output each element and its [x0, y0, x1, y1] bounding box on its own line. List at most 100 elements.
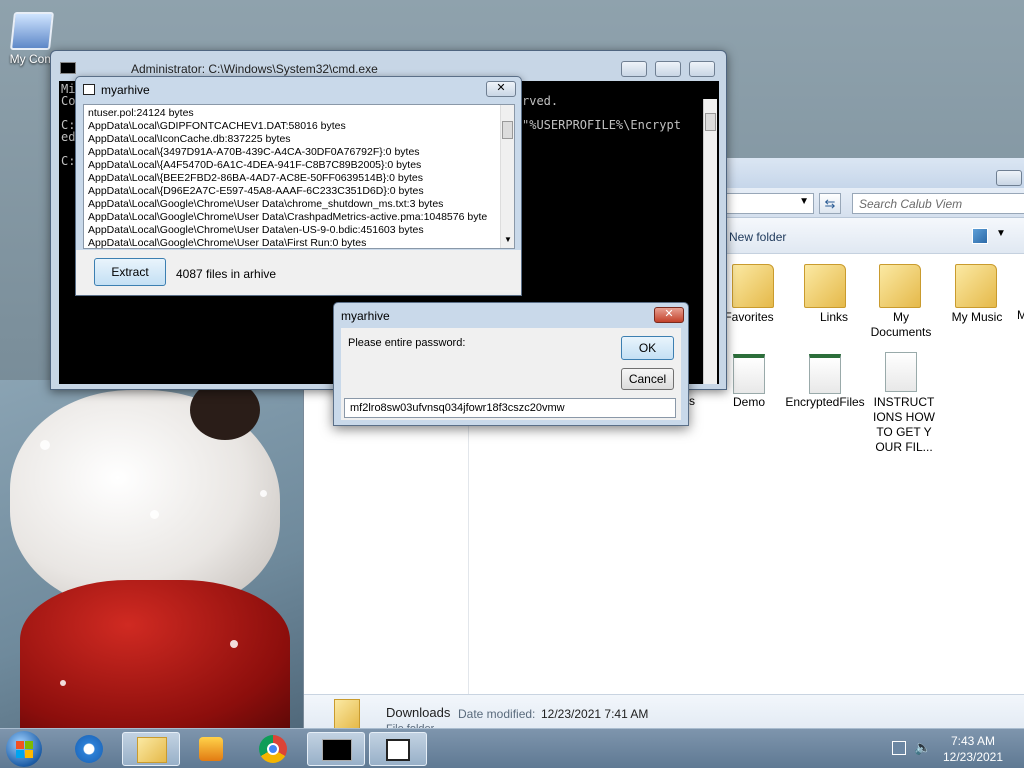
- start-button[interactable]: [6, 731, 42, 767]
- taskbar-myarhive[interactable]: [369, 732, 427, 766]
- list-item[interactable]: AppData\Local\Google\Chrome\User Data\Fi…: [88, 237, 366, 248]
- ok-button[interactable]: OK: [621, 336, 674, 360]
- list-item[interactable]: AppData\Local\Google\Chrome\User Data\ch…: [88, 198, 443, 211]
- chrome-center: [267, 743, 279, 755]
- cmd-title: Administrator: C:\Windows\System32\cmd.e…: [131, 62, 378, 76]
- cmd-maximize-button[interactable]: [655, 61, 681, 77]
- password-prompt: Please entire password:: [348, 337, 466, 349]
- password-close-button[interactable]: ✕: [654, 307, 684, 323]
- cmd-scroll-thumb[interactable]: [705, 113, 716, 131]
- archive-title: myarhive: [101, 83, 150, 97]
- list-item[interactable]: AppData\Local\GDIPFONTCACHEV1.DAT:58016 …: [88, 120, 346, 133]
- media-player-icon: [199, 737, 223, 761]
- item-label: Demo: [732, 395, 765, 409]
- list-item[interactable]: AppData\Local\IconCache.db:837225 bytes: [88, 133, 291, 146]
- password-dialog-title: myarhive: [341, 309, 390, 323]
- computer-icon: [10, 12, 54, 50]
- wallpaper-santa: [0, 380, 305, 730]
- item-label: INSTRUCTIONS HOW TO GET YOUR FIL...: [873, 395, 935, 454]
- internet-explorer-icon: [75, 735, 103, 763]
- clock[interactable]: 7:43 AM 12/23/2021: [940, 733, 1006, 765]
- cmd-scrollbar[interactable]: [703, 99, 717, 384]
- item-label: M: [1017, 308, 1024, 322]
- taskbar-media-player[interactable]: [182, 732, 240, 766]
- archive-window: myarhive ✕ ntuser.pol:24124 bytes AppDat…: [75, 76, 522, 296]
- taskbar: 🔈 7:43 AM 12/23/2021: [0, 728, 1024, 768]
- chrome-icon: [259, 735, 287, 763]
- file-item[interactable]: M: [1017, 308, 1024, 328]
- archive-close-button[interactable]: ✕: [486, 81, 516, 97]
- item-label: My Music: [951, 310, 1003, 324]
- windows-logo-part: [25, 741, 33, 749]
- cmd-icon: [60, 62, 76, 74]
- view-options-icon[interactable]: [972, 228, 988, 244]
- cmd-minimize-button[interactable]: [621, 61, 647, 77]
- network-icon[interactable]: [892, 741, 906, 755]
- list-item[interactable]: AppData\Local\Google\Chrome\User Data\Cr…: [88, 211, 487, 224]
- cmd-line: "%USERPROFILE%\Encrypt: [522, 118, 681, 132]
- item-label: EncryptedFiles: [785, 395, 865, 409]
- cmd-icon: [322, 739, 352, 761]
- list-item[interactable]: AppData\Local\Google\Chrome\User Data\en…: [88, 224, 424, 237]
- search-placeholder: Search Calub Viem: [859, 197, 963, 211]
- taskbar-cmd[interactable]: [307, 732, 365, 766]
- window-icon: [386, 739, 410, 761]
- taskbar-chrome[interactable]: [244, 732, 302, 766]
- refresh-icon[interactable]: ⇆: [819, 193, 841, 214]
- downloads-folder-icon: [334, 699, 360, 729]
- cmd-close-button[interactable]: [689, 61, 715, 77]
- cmd-line: Co: [61, 94, 76, 108]
- explorer-minimize-button[interactable]: [996, 170, 1022, 186]
- password-dialog-body: Please entire password: OK Cancel mf2lro…: [341, 328, 681, 420]
- taskbar-internet-explorer[interactable]: [60, 732, 118, 766]
- file-count: 4087 files in arhive: [176, 267, 277, 281]
- close-icon: ✕: [496, 82, 506, 94]
- file-item[interactable]: My Music: [937, 258, 1017, 338]
- cancel-button[interactable]: Cancel: [621, 368, 674, 390]
- windows-logo-part: [25, 750, 33, 758]
- list-scrollbar[interactable]: ▼: [500, 105, 514, 248]
- documents-folder-icon: [879, 264, 921, 308]
- details-name: Downloads: [386, 705, 451, 720]
- music-folder-icon: [955, 264, 997, 308]
- chevron-down-icon[interactable]: ▼: [504, 235, 512, 244]
- chevron-down-icon[interactable]: ▼: [799, 196, 809, 207]
- desktop-icon-label: My Com: [9, 52, 55, 66]
- password-dialog: myarhive ✕ Please entire password: OK Ca…: [333, 302, 689, 426]
- list-item[interactable]: AppData\Local\{D96E2A7C-E597-45A8-AAAF-6…: [88, 185, 424, 198]
- list-item[interactable]: AppData\Local\{A4F5470D-6A1C-4DEA-941F-C…: [88, 159, 421, 172]
- favorites-folder-icon: [732, 264, 774, 308]
- file-item[interactable]: INSTRUCTIONS HOW TO GET YOUR FIL...: [861, 352, 941, 462]
- archive-file-list[interactable]: ntuser.pol:24124 bytes AppData\Local\GDI…: [83, 104, 515, 249]
- search-box[interactable]: Search Calub Viem: [852, 193, 1024, 214]
- details-modified-value: 12/23/2021 7:41 AM: [541, 707, 649, 721]
- new-folder-button[interactable]: New folder: [729, 230, 786, 244]
- list-item[interactable]: ntuser.pol:24124 bytes: [88, 107, 194, 120]
- file-item[interactable]: My Documents: [861, 258, 941, 339]
- text-document-icon: [885, 352, 917, 392]
- list-item[interactable]: AppData\Local\{BEE2FBD2-86BA-4AD7-AC8E-5…: [88, 172, 423, 185]
- details-modified-label: Date modified:: [458, 707, 536, 721]
- archive-footer: Extract 4087 files in arhive: [76, 250, 521, 295]
- taskbar-windows-explorer[interactable]: [122, 732, 180, 766]
- cmd-line: C:: [61, 154, 76, 168]
- list-item[interactable]: AppData\Local\{3497D91A-A70B-439C-A4CA-3…: [88, 146, 420, 159]
- clock-time: 7:43 AM: [950, 734, 996, 748]
- encrypted-file-icon: [809, 354, 841, 394]
- extract-button[interactable]: Extract: [94, 258, 166, 286]
- chevron-down-icon[interactable]: ▼: [996, 228, 1006, 239]
- links-folder-icon: [804, 264, 846, 308]
- password-input[interactable]: mf2lro8sw03ufvnsq034jfowr18f3cszc20vmw: [344, 398, 676, 418]
- list-scroll-thumb[interactable]: [502, 121, 513, 139]
- window-icon: [83, 84, 95, 95]
- demo-file-icon: [733, 354, 765, 394]
- file-item[interactable]: EncryptedFiles: [785, 352, 865, 432]
- item-label: My Documents: [870, 310, 932, 339]
- cmd-line: ed: [61, 130, 76, 144]
- clock-date: 12/23/2021: [942, 750, 1004, 764]
- password-value: mf2lro8sw03ufvnsq034jfowr18f3cszc20vmw: [350, 402, 565, 414]
- volume-icon[interactable]: 🔈: [914, 739, 931, 756]
- explorer-details-pane: Downloads Date modified: 12/23/2021 7:41…: [304, 694, 1024, 731]
- windows-logo-icon: [16, 741, 24, 749]
- windows-logo-part: [16, 750, 24, 758]
